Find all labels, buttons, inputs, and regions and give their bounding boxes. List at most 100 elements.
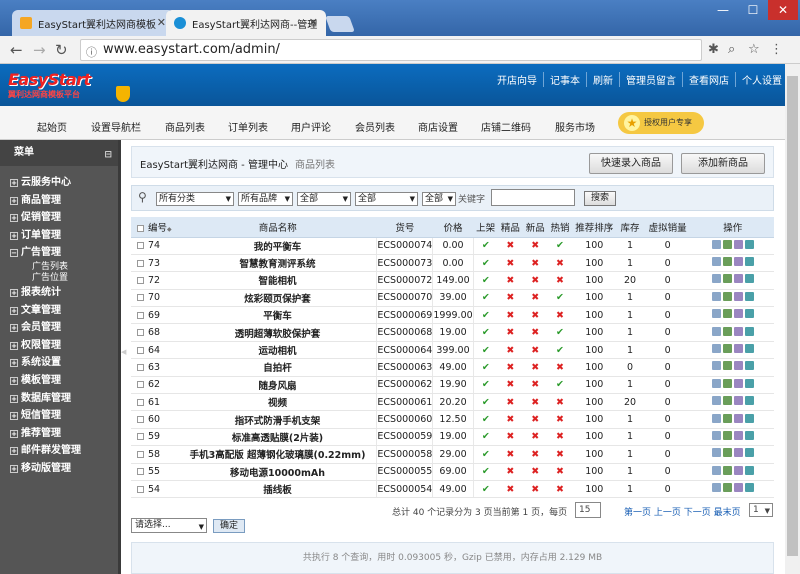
row-checkbox[interactable] — [137, 242, 144, 250]
virtual-cell[interactable]: 0 — [643, 237, 692, 255]
price-cell[interactable]: 29.00 — [432, 445, 474, 464]
sort-cell[interactable]: 100 — [572, 306, 617, 325]
sidebar-subitem-ad-positions[interactable]: 广告位置 — [0, 273, 118, 284]
hot-cell[interactable]: ✔ — [547, 323, 573, 342]
bookmark-star-icon[interactable]: ☆ — [748, 42, 760, 57]
onsale-cell[interactable]: ✔ — [473, 271, 498, 290]
sidebar-item-cloud[interactable]: + 云服务中心 — [0, 174, 118, 192]
best-cell[interactable]: ✖ — [497, 254, 523, 273]
stock-cell[interactable]: 1 — [616, 445, 644, 464]
trash-icon[interactable] — [744, 413, 754, 423]
sort-cell[interactable]: 100 — [572, 428, 617, 447]
bulk-confirm-button[interactable]: 确定 — [213, 519, 245, 533]
sn-cell[interactable]: ECS000062 — [376, 376, 434, 395]
edit-icon[interactable] — [722, 396, 732, 406]
col-best[interactable]: 精品 — [497, 217, 523, 238]
menu-item-nav-settings[interactable]: 设置导航栏 — [91, 119, 141, 134]
hot-cell[interactable]: ✖ — [547, 410, 573, 429]
prev-page-link[interactable]: 上一页 — [654, 508, 681, 518]
row-checkbox[interactable] — [137, 363, 144, 371]
sidebar-item-mobile[interactable]: + 移动版管理 — [0, 460, 118, 478]
cross-icon[interactable]: ✖ — [531, 275, 539, 286]
copy-icon[interactable] — [733, 326, 743, 336]
price-cell[interactable]: 19.90 — [432, 376, 474, 395]
hot-cell[interactable]: ✖ — [547, 445, 573, 464]
price-cell[interactable]: 49.00 — [432, 480, 474, 499]
row-checkbox[interactable] — [137, 468, 144, 476]
best-cell[interactable]: ✖ — [497, 341, 523, 360]
sn-cell[interactable]: ECS000063 — [376, 358, 434, 377]
stock-cell[interactable]: 1 — [616, 254, 644, 273]
view-icon[interactable] — [711, 257, 721, 267]
check-icon[interactable]: ✔ — [482, 362, 490, 373]
hot-cell[interactable]: ✖ — [547, 428, 573, 447]
menu-item-home[interactable]: 起始页 — [37, 119, 67, 134]
menu-item-market[interactable]: 服务市场 — [555, 119, 595, 134]
keyword-input[interactable] — [491, 189, 575, 206]
name-cell[interactable]: 智能相机 — [178, 271, 377, 290]
sidebar-item-promotions[interactable]: + 促销管理 — [0, 209, 118, 227]
sidebar-item-orders[interactable]: + 订单管理 — [0, 227, 118, 245]
virtual-cell[interactable]: 0 — [643, 271, 692, 290]
sn-cell[interactable]: ECS000068 — [376, 323, 434, 342]
check-icon[interactable]: ✔ — [482, 327, 490, 338]
edit-icon[interactable] — [722, 413, 732, 423]
edit-icon[interactable] — [722, 239, 732, 249]
extension-icon[interactable]: ✱ — [708, 42, 719, 57]
view-icon[interactable] — [711, 396, 721, 406]
cross-icon[interactable]: ✖ — [506, 484, 514, 495]
page-size-input[interactable]: 15 — [575, 502, 601, 518]
row-checkbox[interactable] — [137, 259, 144, 267]
onsale-cell[interactable]: ✔ — [473, 428, 498, 447]
stock-cell[interactable]: 1 — [616, 480, 644, 499]
copy-icon[interactable] — [733, 291, 743, 301]
sort-cell[interactable]: 100 — [572, 480, 617, 499]
name-cell[interactable]: 自拍杆 — [178, 358, 377, 377]
hot-cell[interactable]: ✔ — [547, 237, 573, 255]
stock-cell[interactable]: 1 — [616, 306, 644, 325]
new-cell[interactable]: ✖ — [522, 323, 548, 342]
add-product-button[interactable]: 添加新商品 — [681, 153, 765, 174]
page-scrollbar[interactable] — [785, 64, 800, 574]
search-button[interactable]: 搜索 — [584, 191, 616, 206]
collapse-all-icon[interactable]: ⊟ — [104, 142, 112, 168]
price-cell[interactable]: 149.00 — [432, 271, 474, 290]
sidebar-item-ads[interactable]: − 广告管理 — [0, 244, 118, 262]
new-cell[interactable]: ✖ — [522, 410, 548, 429]
cross-icon[interactable]: ✖ — [531, 397, 539, 408]
sidebar-item-mail[interactable]: + 邮件群发管理 — [0, 442, 118, 460]
sidebar-toggle-icon[interactable]: ◀ — [121, 348, 127, 360]
cross-icon[interactable]: ✖ — [556, 431, 564, 442]
check-icon[interactable]: ✔ — [556, 327, 564, 338]
sn-cell[interactable]: ECS000069 — [376, 306, 434, 325]
onsale-cell[interactable]: ✔ — [473, 376, 498, 395]
supplier-select[interactable]: 全部 ▼ — [355, 192, 418, 206]
col-name[interactable]: 商品名称 — [178, 217, 377, 238]
view-icon[interactable] — [711, 483, 721, 493]
hot-cell[interactable]: ✖ — [547, 358, 573, 377]
menu-item-qrcode[interactable]: 店铺二维码 — [481, 119, 531, 134]
name-cell[interactable]: 智慧教育测评系统 — [178, 254, 377, 273]
trash-icon[interactable] — [744, 483, 754, 493]
view-icon[interactable] — [711, 430, 721, 440]
name-cell[interactable]: 炫彩颐页保护套 — [178, 289, 377, 308]
name-cell[interactable]: 标准高透贴膜(2片装) — [178, 428, 377, 447]
sidebar-item-articles[interactable]: + 文章管理 — [0, 302, 118, 320]
trash-icon[interactable] — [744, 396, 754, 406]
new-tab-button[interactable] — [325, 16, 355, 32]
col-stock[interactable]: 库存 — [616, 217, 644, 238]
view-icon[interactable] — [711, 465, 721, 475]
copy-icon[interactable] — [733, 448, 743, 458]
menu-icon[interactable]: ⋮ — [770, 42, 783, 57]
copy-icon[interactable] — [733, 309, 743, 319]
cross-icon[interactable]: ✖ — [556, 310, 564, 321]
sidebar-item-permissions[interactable]: + 权限管理 — [0, 337, 118, 355]
price-cell[interactable]: 0.00 — [432, 254, 474, 273]
close-tab-icon[interactable]: ✕ — [157, 16, 166, 29]
name-cell[interactable]: 透明超薄软胶保护套 — [178, 323, 377, 342]
header-link-settings[interactable]: 个人设置 — [735, 72, 788, 87]
cross-icon[interactable]: ✖ — [556, 414, 564, 425]
edit-icon[interactable] — [722, 326, 732, 336]
cross-icon[interactable]: ✖ — [531, 431, 539, 442]
new-cell[interactable]: ✖ — [522, 306, 548, 325]
